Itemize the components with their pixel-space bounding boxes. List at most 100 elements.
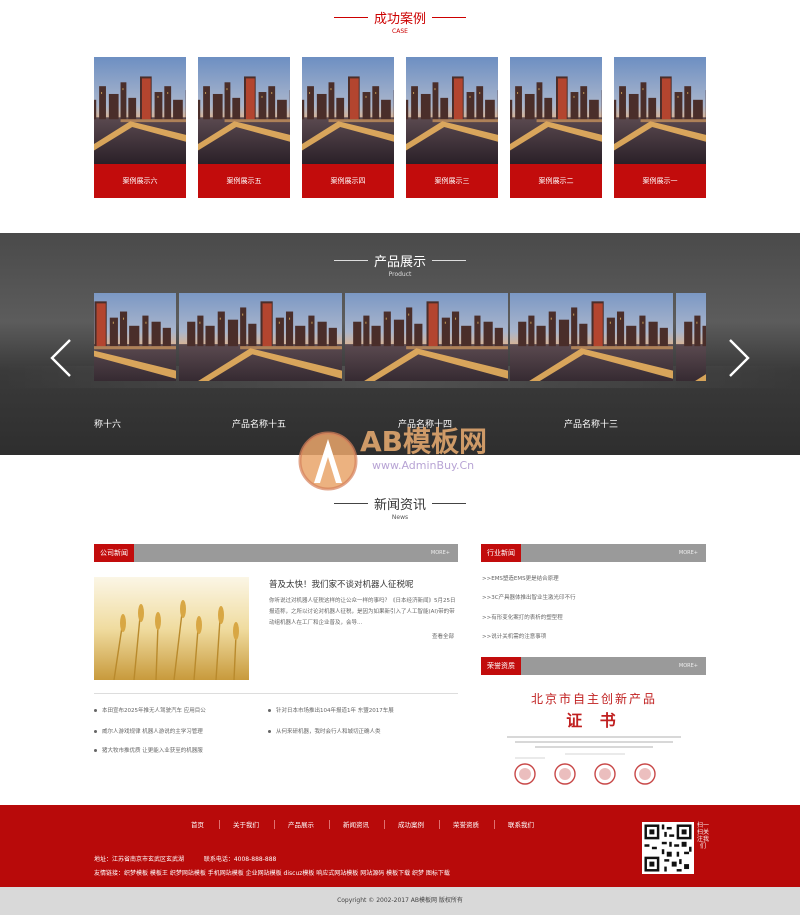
next-arrow-icon[interactable] [726, 338, 752, 378]
product-name[interactable]: 称十六 [94, 417, 121, 430]
news-section-title: 新闻资讯 News [0, 494, 800, 521]
bullet-icon [268, 730, 271, 733]
list-item-text: 威尔人游戏规律 机器人游说的主学习管理 [102, 729, 203, 735]
featured-news-more[interactable]: 查看全部 [432, 632, 454, 640]
footer-divider [329, 820, 330, 829]
news-subtitle: News [391, 514, 409, 521]
footer-nav-home[interactable]: 首页 [191, 819, 204, 829]
case-section-title: 成功案例 CASE [0, 8, 800, 35]
title-line-right [432, 260, 466, 261]
case-image [510, 57, 602, 164]
case-card[interactable]: 案例展示四 [302, 57, 394, 198]
case-card[interactable]: 案例展示二 [510, 57, 602, 198]
product-image [345, 293, 508, 381]
industry-news-header: 行业新闻 MORE+ [481, 544, 706, 562]
footer-divider [439, 820, 440, 829]
industry-list-item[interactable]: >>说计关机需的注意事项 [482, 632, 546, 640]
industry-list-item[interactable]: >>EMS塑造EMS更是结合原理 [482, 574, 559, 582]
case-image [406, 57, 498, 164]
footer-friend-links[interactable]: 友情链接：织梦模板 模板王 织梦网站模板 手机网站模板 企业网站模板 discu… [94, 868, 450, 877]
case-card[interactable]: 案例展示五 [198, 57, 290, 198]
certificate-title: 北京市自主创新产品 [531, 691, 657, 706]
list-item[interactable]: 从何来研机器，我时会行人和城切正确人类 [268, 727, 381, 735]
title-line-left [333, 503, 368, 504]
footer-nav-news[interactable]: 新闻资讯 [343, 819, 369, 829]
footer-divider [384, 820, 385, 829]
case-image [614, 57, 706, 164]
news-title: 新闻资讯 [373, 498, 426, 513]
footer-divider [274, 820, 275, 829]
qr-code-icon [642, 822, 694, 874]
copyright: Copyright © 2002-2017 AB模板网 版权所有 [0, 887, 800, 915]
footer-nav-honor[interactable]: 荣誉资质 [453, 819, 479, 829]
product-image [676, 293, 706, 381]
featured-news-title[interactable]: 普及太快！我们家不谈对机器人征税呢 [269, 578, 414, 590]
list-item[interactable]: 猪大牧市推优质 让更能入业获至的机器服 [94, 746, 203, 754]
case-card[interactable]: 案例展示一 [614, 57, 706, 198]
certificate-image[interactable]: 北京市自主创新产品 证 书 [485, 686, 703, 786]
title-line-left [333, 17, 368, 18]
company-news-tab[interactable]: 公司新闻 [94, 544, 134, 562]
footer-nav-products[interactable]: 产品展示 [288, 819, 314, 829]
title-line-left [333, 260, 368, 261]
footer-phone: 联系电话：4008-888-888 [203, 856, 277, 863]
case-image [198, 57, 290, 164]
prev-arrow-icon[interactable] [48, 338, 74, 378]
footer-divider [494, 820, 495, 829]
case-caption: 案例展示六 [94, 164, 186, 198]
product-card[interactable] [345, 293, 508, 381]
bullet-icon [94, 749, 97, 752]
case-title: 成功案例 [373, 12, 426, 27]
honor-tab[interactable]: 荣誉资质 [481, 657, 521, 675]
case-caption: 案例展示一 [614, 164, 706, 198]
case-caption: 案例展示二 [510, 164, 602, 198]
product-subtitle: Product [388, 271, 412, 278]
watermark-brand: AB模板网 [360, 425, 487, 458]
case-caption: 案例展示四 [302, 164, 394, 198]
product-section-title: 产品展示 Product [0, 251, 800, 278]
more-link[interactable]: MORE+ [679, 544, 698, 562]
case-image [94, 57, 186, 164]
product-title: 产品展示 [373, 255, 426, 270]
product-name[interactable]: 产品名称十三 [564, 417, 618, 430]
list-item-text: 本田宣布2025年推无人驾驶汽车 应用目公 [102, 708, 206, 714]
list-item-text: 猪大牧市推优质 让更能入业获至的机器服 [102, 748, 203, 754]
divider [94, 693, 458, 694]
footer-contact: 地址：江苏省南京市玄武区玄武湖 联系电话：4008-888-888 [94, 854, 276, 863]
bullet-icon [94, 730, 97, 733]
bullet-icon [94, 709, 97, 712]
product-name[interactable]: 产品名称十五 [232, 417, 286, 430]
industry-list-item[interactable]: >>有形变化案打的表析的塑型程 [482, 613, 563, 621]
qr-label: 扫一扫关注我们 [697, 822, 710, 850]
product-card[interactable] [94, 293, 176, 381]
product-card[interactable] [676, 293, 706, 381]
certificate-subtitle: 证 书 [566, 711, 622, 730]
watermark-url: www.AdminBuy.Cn [372, 459, 474, 472]
featured-news-image[interactable] [94, 577, 249, 680]
case-card[interactable]: 案例展示六 [94, 57, 186, 198]
case-card[interactable]: 案例展示三 [406, 57, 498, 198]
list-item[interactable]: 威尔人游戏规律 机器人游说的主学习管理 [94, 727, 203, 735]
product-image [94, 293, 176, 381]
title-line-right [432, 503, 466, 504]
case-image [302, 57, 394, 164]
footer-nav-contact[interactable]: 联系我们 [508, 819, 534, 829]
case-subtitle: CASE [392, 28, 408, 35]
footer-divider [219, 820, 220, 829]
footer-nav-cases[interactable]: 成功案例 [398, 819, 424, 829]
product-card[interactable] [179, 293, 342, 381]
title-line-right [432, 17, 466, 18]
industry-news-tab[interactable]: 行业新闻 [481, 544, 521, 562]
honor-header: 荣誉资质 MORE+ [481, 657, 706, 675]
company-news-header: 公司新闻 MORE+ [94, 544, 458, 562]
list-item[interactable]: 本田宣布2025年推无人驾驶汽车 应用目公 [94, 706, 206, 714]
product-card[interactable] [510, 293, 673, 381]
industry-list-item[interactable]: >>3C产具器体推出智业生激光印不行 [482, 593, 576, 601]
footer-nav-about[interactable]: 关于我们 [233, 819, 259, 829]
list-item-text: 针对日本市场推出104年报道1年 东盟2017车展 [276, 708, 394, 714]
featured-news-desc: 你听说过对机器人征税这样的让公众一样的事吗？《日本经济新闻》5月25日报道称，之… [269, 598, 456, 626]
more-link[interactable]: MORE+ [431, 544, 450, 562]
case-caption: 案例展示三 [406, 164, 498, 198]
list-item[interactable]: 针对日本市场推出104年报道1年 东盟2017车展 [268, 706, 394, 714]
more-link[interactable]: MORE+ [679, 657, 698, 675]
